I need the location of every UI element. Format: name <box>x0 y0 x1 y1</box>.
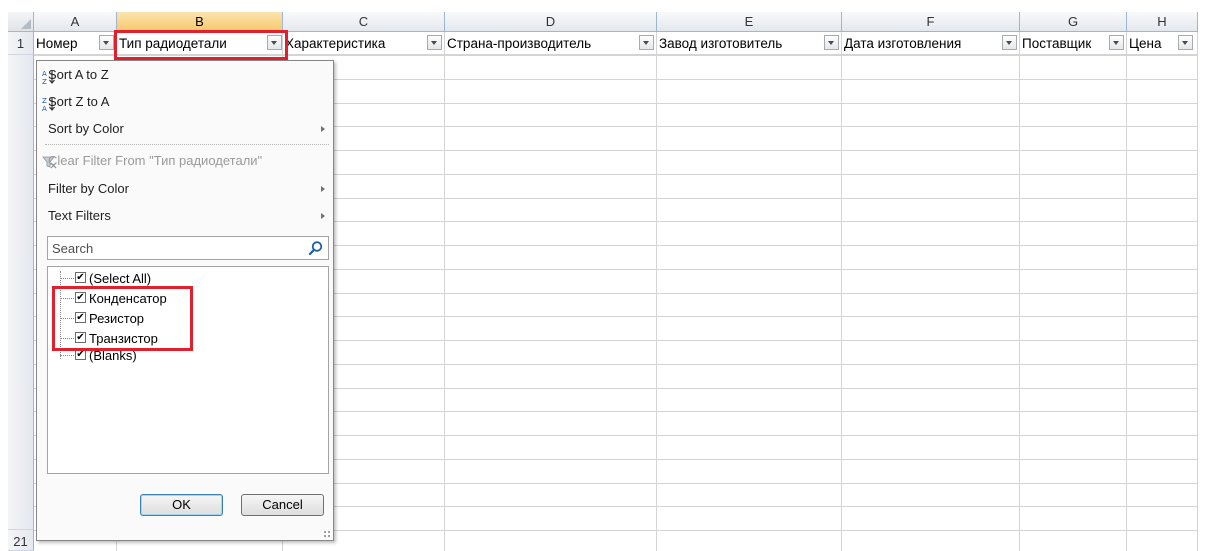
header-factory: Завод изготовитель <box>659 36 783 51</box>
filter-dropdown-button-c[interactable] <box>427 35 442 50</box>
filter-dropdown-button-g[interactable] <box>1109 35 1124 50</box>
column-header-f[interactable]: F <box>842 12 1020 32</box>
column-header-h[interactable]: H <box>1127 12 1198 32</box>
submenu-arrow-icon <box>321 126 325 132</box>
header-characteristic: Характеристика <box>285 36 386 51</box>
tree-connector <box>60 271 61 359</box>
cell-d1[interactable]: Страна-производитель <box>445 32 657 55</box>
column-header-a[interactable]: A <box>34 12 117 32</box>
search-placeholder: Search <box>52 241 94 256</box>
menu-sort-z-to-a[interactable]: Sort Z to A <box>37 88 333 115</box>
checkbox-select-all[interactable]: ✔ <box>75 272 86 283</box>
resize-grip-icon[interactable] <box>323 530 331 538</box>
cell-g1[interactable]: Поставщик <box>1020 32 1127 55</box>
cell-h1[interactable]: Цена <box>1127 32 1198 55</box>
tree-branch <box>60 355 74 356</box>
text-filters-label: Text Filters <box>48 208 111 223</box>
filter-dropdown-button-d[interactable] <box>639 35 654 50</box>
filter-search-input[interactable]: Search <box>47 236 329 260</box>
clear-filter-label: Clear Filter From "Тип радиодетали" <box>48 153 263 168</box>
menu-text-filters[interactable]: Text Filters <box>37 202 333 229</box>
sort-z-to-a-label: Sort Z to A <box>48 94 110 109</box>
sort-by-color-label: Sort by Color <box>48 121 124 136</box>
submenu-arrow-icon <box>321 186 325 192</box>
menu-filter-by-color[interactable]: Filter by Color <box>37 175 333 202</box>
list-item-label: Резистор <box>89 311 145 326</box>
autofilter-dropdown: AZ ZA Sort A to Z Sort Z to A Sort by Co… <box>36 60 334 541</box>
filter-dropdown-button-b[interactable] <box>267 35 282 50</box>
sort-a-to-z-label: Sort A to Z <box>48 67 109 82</box>
tree-branch <box>60 298 74 299</box>
filter-by-color-label: Filter by Color <box>48 181 129 196</box>
cell-e1[interactable]: Завод изготовитель <box>657 32 842 55</box>
menu-clear-filter[interactable]: Clear Filter From "Тип радиодетали" <box>37 147 333 174</box>
list-item-label: (Select All) <box>89 271 152 286</box>
header-part-type: Тип радиодетали <box>119 36 227 51</box>
cell-b1[interactable]: Тип радиодетали <box>117 32 283 55</box>
cell-c1[interactable]: Характеристика <box>283 32 445 55</box>
filter-values-list: ✔ (Select All) ✔ Конденсатор ✔ Резистор … <box>47 266 329 474</box>
filter-dropdown-button-f[interactable] <box>1002 35 1017 50</box>
tree-branch <box>60 318 74 319</box>
list-item-label: Конденсатор <box>89 291 167 306</box>
tree-branch <box>60 338 74 339</box>
column-header-c[interactable]: C <box>283 12 445 32</box>
cancel-button[interactable]: Cancel <box>241 494 324 516</box>
corner-triangle-icon <box>21 19 31 29</box>
list-item-label: Транзистор <box>89 331 158 346</box>
row-header-strip <box>8 55 34 530</box>
menu-sort-a-to-z[interactable]: Sort A to Z <box>37 61 333 88</box>
checkbox-transistor[interactable]: ✔ <box>75 332 86 343</box>
header-number: Номер <box>36 36 78 51</box>
filter-dropdown-button-h[interactable] <box>1178 35 1193 50</box>
filter-dropdown-button-e[interactable] <box>824 35 839 50</box>
tree-branch <box>60 278 74 279</box>
checkbox-capacitor[interactable]: ✔ <box>75 292 86 303</box>
select-all-corner[interactable] <box>8 12 34 32</box>
header-country: Страна-производитель <box>447 36 592 51</box>
cell-f1[interactable]: Дата изготовления <box>842 32 1020 55</box>
row-header-1[interactable]: 1 <box>8 32 34 55</box>
column-header-b[interactable]: B <box>117 12 283 32</box>
column-header-e[interactable]: E <box>657 12 842 32</box>
cell-a1[interactable]: Номер <box>34 32 117 55</box>
header-supplier: Поставщик <box>1022 36 1092 51</box>
checkbox-blanks[interactable]: ✔ <box>75 349 86 360</box>
row-header-21[interactable]: 21 <box>8 530 34 551</box>
menu-sort-by-color[interactable]: Sort by Color <box>37 115 333 142</box>
header-manufacture-date: Дата изготовления <box>844 36 962 51</box>
submenu-arrow-icon <box>321 213 325 219</box>
column-header-d[interactable]: D <box>445 12 657 32</box>
magnifier-icon[interactable] <box>308 240 324 256</box>
filter-dropdown-button-a[interactable] <box>99 35 114 50</box>
checkbox-resistor[interactable]: ✔ <box>75 312 86 323</box>
list-item-label: (Blanks) <box>89 348 137 363</box>
column-header-g[interactable]: G <box>1020 12 1127 32</box>
header-price: Цена <box>1129 36 1162 51</box>
menu-separator <box>45 144 329 145</box>
ok-button[interactable]: OK <box>140 494 223 516</box>
